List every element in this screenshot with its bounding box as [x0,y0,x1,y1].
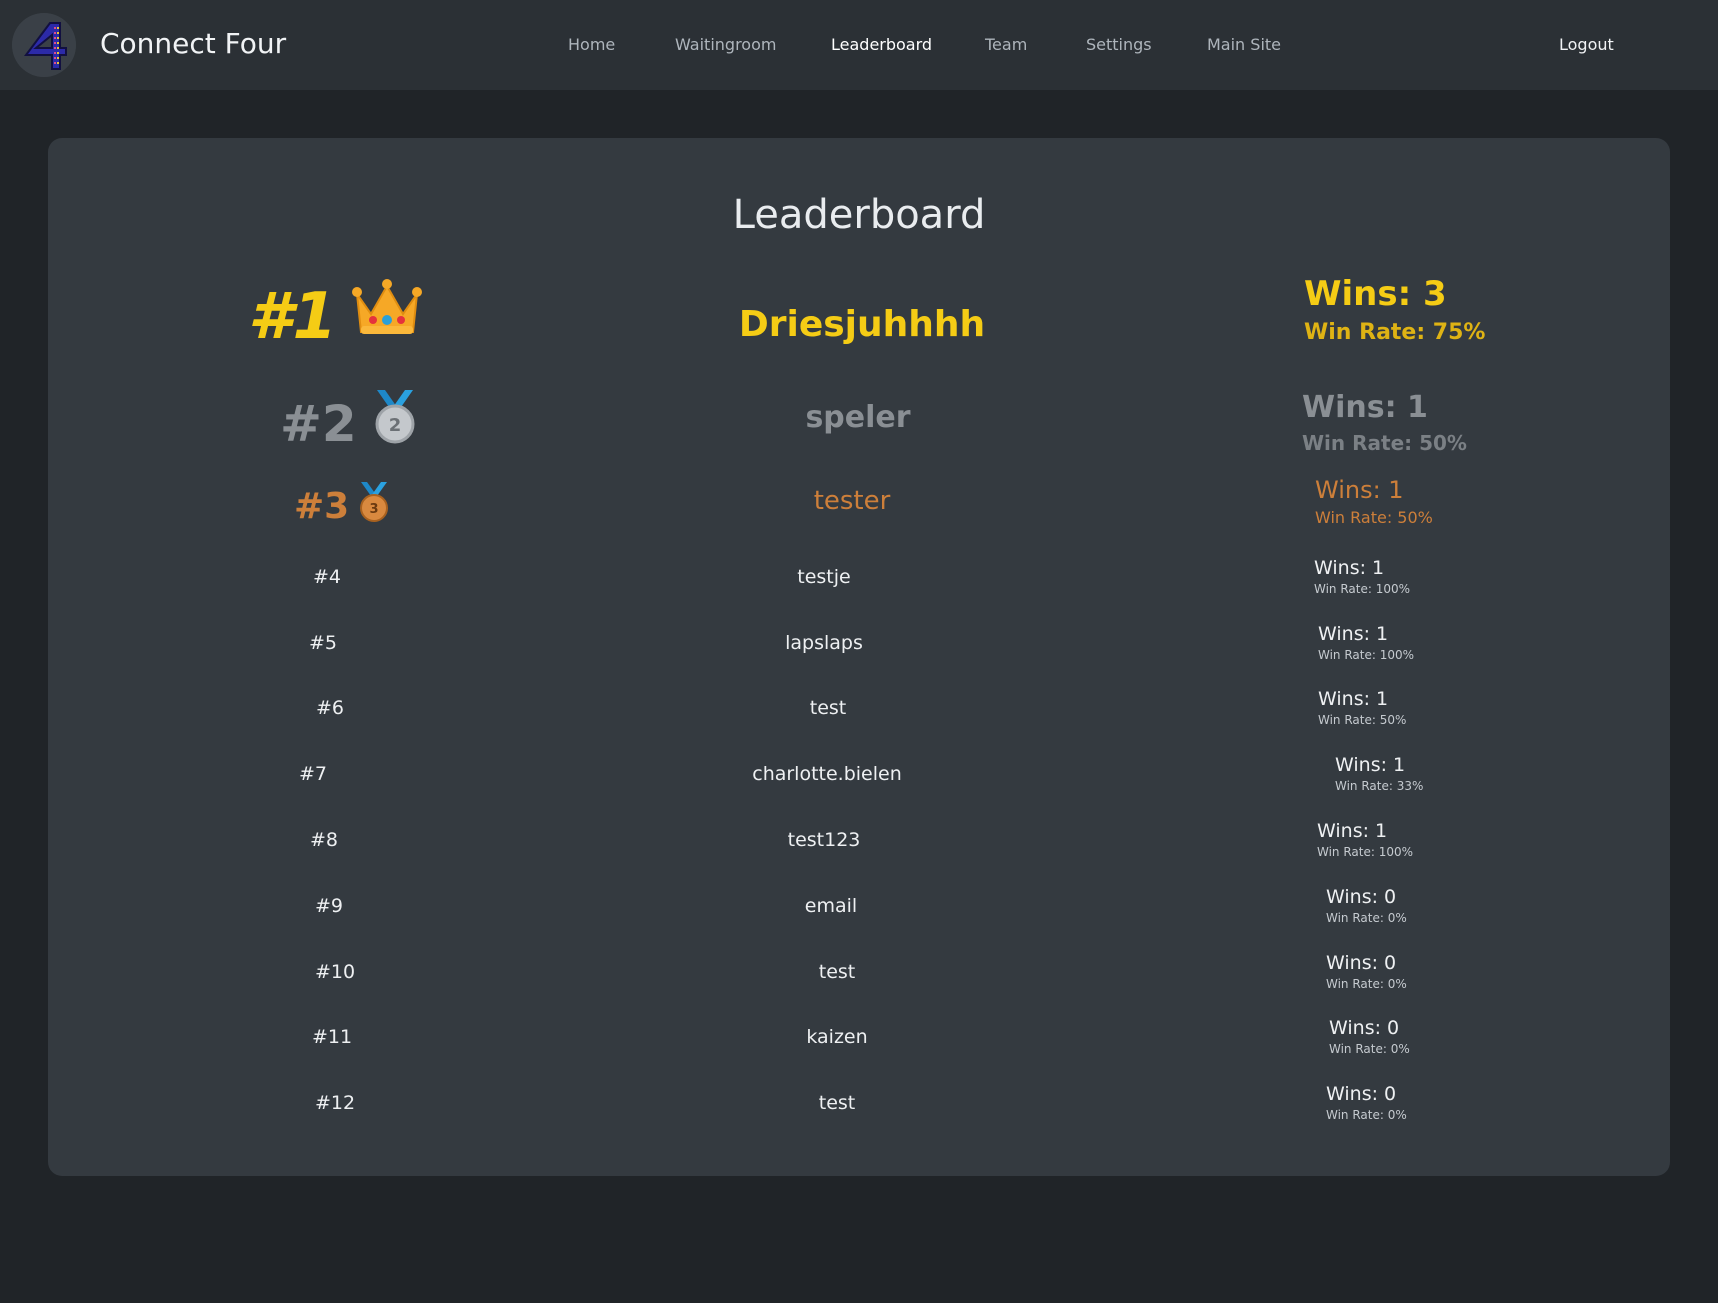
leaderboard-card: Leaderboard #1 Driesjuhhhh Wins: 3 Win R… [48,138,1670,1176]
nav-link-settings[interactable]: Settings [1086,35,1152,54]
rank-label: #4 [313,566,342,588]
player-name: Driesjuhhhh [738,304,986,345]
wins-value: Wins: 3 [1304,274,1447,314]
win-rate-value: Win Rate: 50% [1318,713,1407,727]
win-rate-value: Win Rate: 100% [1318,648,1415,662]
wins-value: Wins: 0 [1329,1017,1400,1039]
page-title: Leaderboard [732,192,986,238]
svg-text:2: 2 [388,415,401,436]
win-rate-value: Win Rate: 0% [1326,911,1407,925]
rank-cell: #3 3 [294,482,391,531]
wins-value: Wins: 1 [1315,476,1404,504]
bronze-medal-icon: 3 [357,482,391,531]
wins-value: Wins: 1 [1318,688,1389,710]
player-name: testje [797,566,851,588]
wins-value: Wins: 0 [1326,886,1397,908]
wins-value: Wins: 1 [1318,623,1389,645]
rank-label: #10 [315,961,356,983]
rank-label: #9 [315,895,344,917]
player-name: test [809,697,847,719]
stats-cell: Wins: 0 Win Rate: 0% [1326,886,1407,925]
win-rate-value: Win Rate: 75% [1304,320,1486,345]
player-name: test [818,961,856,983]
player-name: test [818,1092,856,1114]
stats-cell: Wins: 1 Win Rate: 50% [1302,390,1467,455]
rank-cell: #1 [248,278,423,356]
logout-link[interactable]: Logout [1559,35,1614,54]
stats-cell: Wins: 1 Win Rate: 100% [1318,623,1414,662]
win-rate-value: Win Rate: 50% [1315,508,1433,527]
nav-link-leaderboard[interactable]: Leaderboard [831,35,932,54]
top-navbar: Connect Four Home Waitingroom Leaderboar… [0,0,1718,90]
nav-link-main-site[interactable]: Main Site [1207,35,1281,54]
stats-cell: Wins: 1 Win Rate: 100% [1317,820,1413,859]
win-rate-value: Win Rate: 100% [1314,582,1411,596]
player-name: email [804,895,858,917]
svg-text:3: 3 [370,502,379,517]
nav-link-team[interactable]: Team [985,35,1027,54]
rank-label: #7 [299,763,328,785]
crown-icon [351,278,423,356]
rank-cell: #2 2 [280,390,419,458]
stats-cell: Wins: 1 Win Rate: 33% [1335,754,1423,793]
stats-cell: Wins: 1 Win Rate: 50% [1315,476,1433,527]
wins-value: Wins: 1 [1317,820,1388,842]
win-rate-value: Win Rate: 0% [1326,977,1407,991]
rank-label: #6 [316,697,345,719]
stats-cell: Wins: 1 Win Rate: 100% [1314,557,1410,596]
player-name: test123 [787,829,861,851]
win-rate-value: Win Rate: 0% [1329,1042,1410,1056]
rank-label: #2 [280,395,357,453]
wins-value: Wins: 0 [1326,1083,1397,1105]
brand-title[interactable]: Connect Four [100,27,286,60]
player-name: kaizen [806,1026,868,1048]
silver-medal-icon: 2 [371,390,419,458]
player-name: charlotte.bielen [752,763,902,785]
win-rate-value: Win Rate: 100% [1317,845,1414,859]
rank-label: #1 [248,280,338,354]
rank-label: #5 [309,632,338,654]
win-rate-value: Win Rate: 50% [1302,431,1467,455]
player-name: tester [813,486,891,516]
stats-cell: Wins: 1 Win Rate: 50% [1318,688,1406,727]
wins-value: Wins: 1 [1302,390,1428,425]
stats-cell: Wins: 0 Win Rate: 0% [1326,1083,1407,1122]
nav-link-waitingroom[interactable]: Waitingroom [675,35,776,54]
stats-cell: Wins: 3 Win Rate: 75% [1304,274,1485,345]
win-rate-value: Win Rate: 33% [1335,779,1424,793]
player-name: lapslaps [785,632,863,654]
stats-cell: Wins: 0 Win Rate: 0% [1329,1017,1410,1056]
player-name: speler [805,400,911,435]
stats-cell: Wins: 0 Win Rate: 0% [1326,952,1407,991]
connect-four-logo-icon[interactable] [12,13,76,77]
wins-value: Wins: 1 [1314,557,1385,579]
rank-label: #3 [294,486,350,527]
wins-value: Wins: 1 [1335,754,1406,776]
nav-link-home[interactable]: Home [568,35,615,54]
wins-value: Wins: 0 [1326,952,1397,974]
rank-label: #8 [310,829,339,851]
rank-label: #12 [315,1092,356,1114]
rank-label: #11 [312,1026,353,1048]
win-rate-value: Win Rate: 0% [1326,1108,1407,1122]
